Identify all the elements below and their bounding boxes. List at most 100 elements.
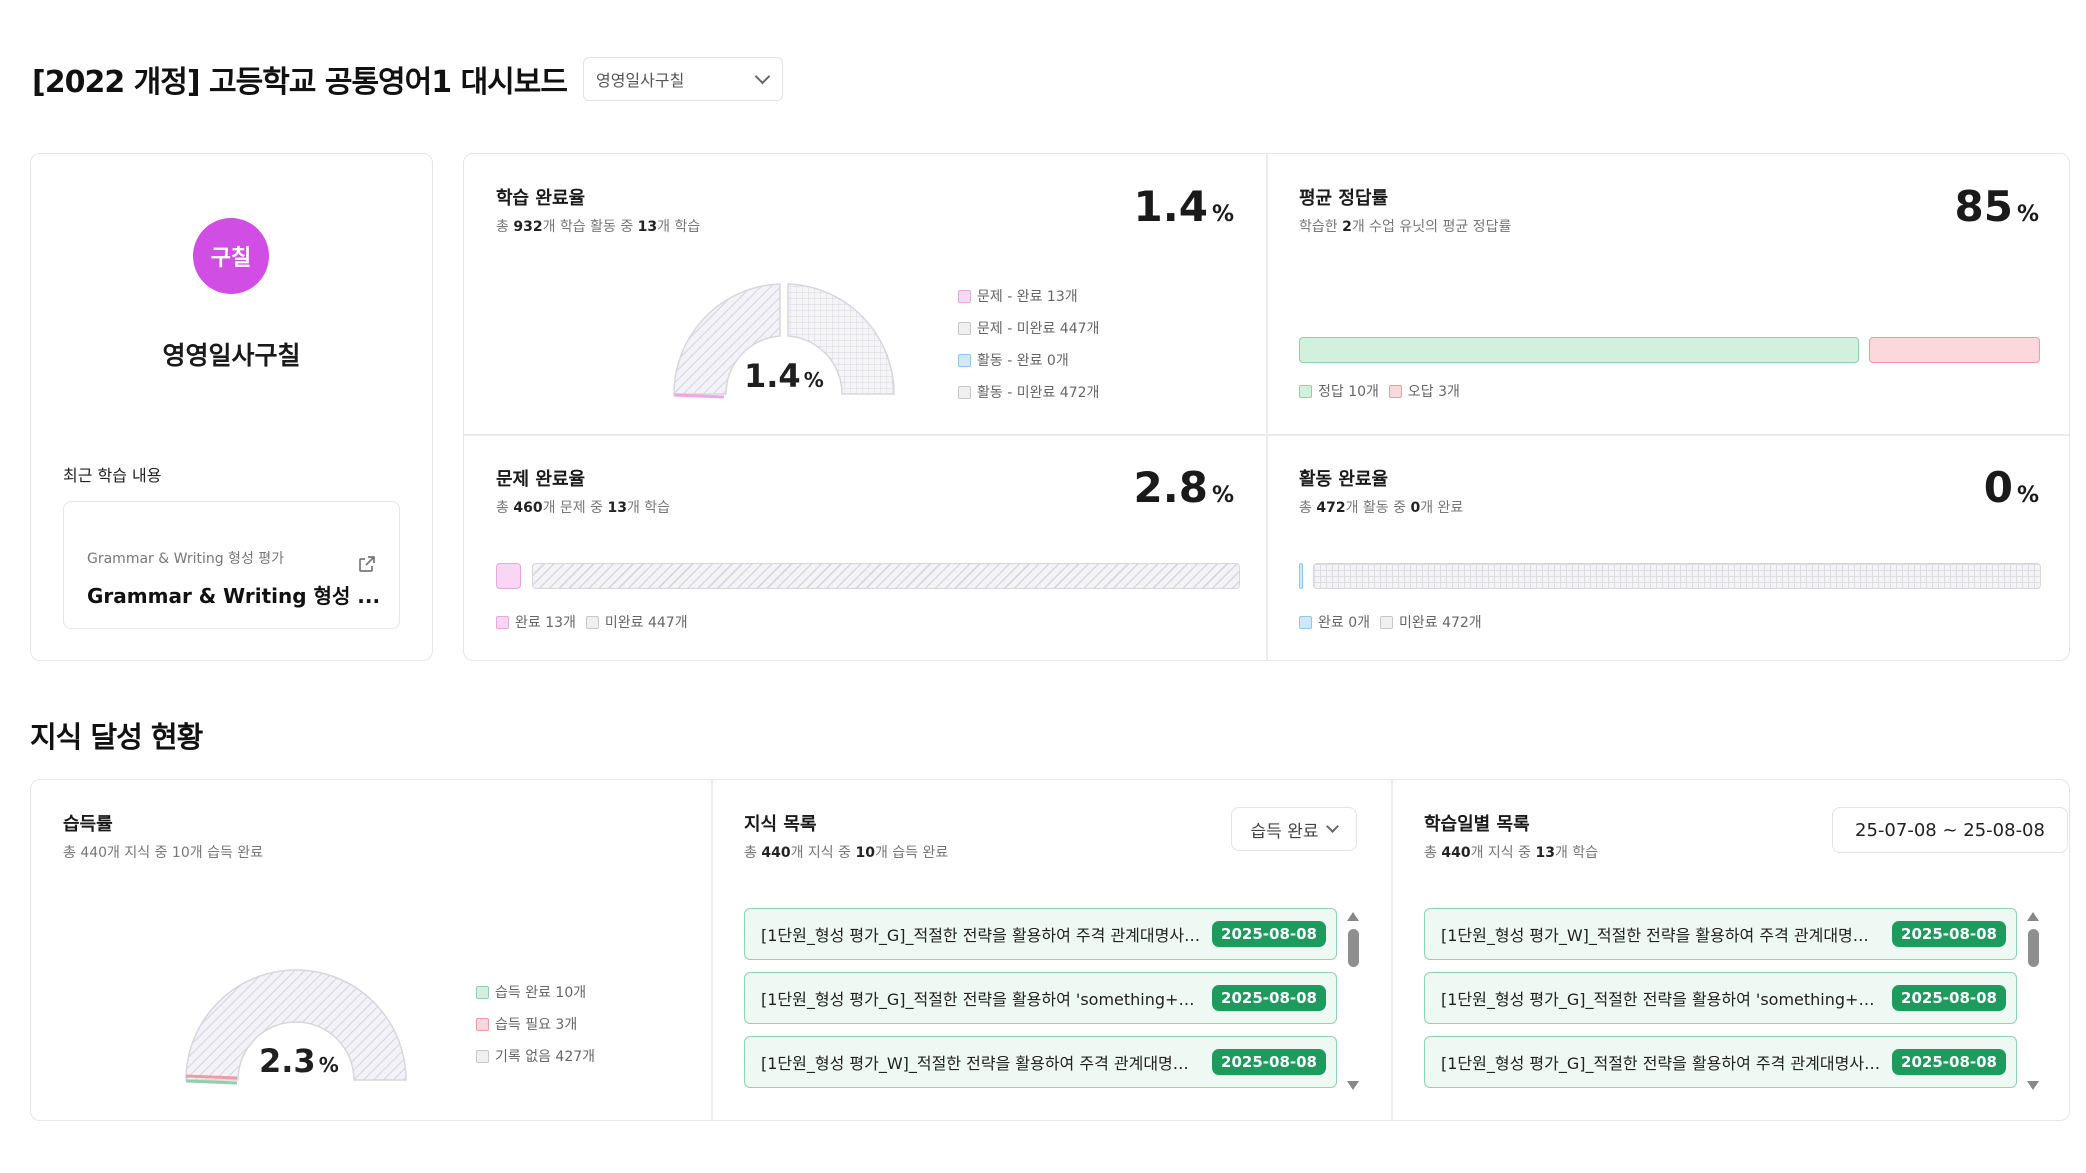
- problem-value: 2.8%: [1133, 463, 1234, 512]
- accuracy-legend: 정답 10개 오답 3개: [1299, 381, 1460, 401]
- legend-item: 정답 10개: [1299, 381, 1379, 401]
- acquisition-filter-select[interactable]: 습득 완료: [1231, 807, 1357, 851]
- problem-incomplete-bar: [532, 563, 1240, 589]
- knowledge-list: [1단원_형성 평가_G]_적절한 전략을 활용하여 주격 관계대명사를 포함한…: [744, 908, 1364, 1094]
- acquisition-panel: 습득률 총 440개 지식 중 10개 습득 완료 2.3% 습득 완료 10개…: [31, 780, 711, 1122]
- activity-incomplete-bar: [1313, 563, 2041, 589]
- activity-completion-panel: 활동 완료율 총 472개 활동 중 0개 완료 0% 완료 0개 미완료 47…: [1267, 435, 2071, 662]
- date-badge: 2025-08-08: [1212, 921, 1326, 947]
- avatar: 구칠: [193, 218, 269, 294]
- legend-swatch: [476, 1049, 489, 1063]
- date-badge: 2025-08-08: [1892, 985, 2006, 1011]
- legend-item: 활동 - 완료 0개: [958, 344, 1099, 376]
- legend-swatch: [1299, 384, 1312, 398]
- problem-title: 문제 완료율: [496, 469, 586, 490]
- list-item[interactable]: [1단원_형성 평가_G]_적절한 전략을 활용하여 주격 관계대명사를 포함한…: [744, 908, 1337, 960]
- gauge-acquired: [185, 1079, 238, 1085]
- scroll-down-icon[interactable]: [2027, 1081, 2039, 1090]
- legend-swatch: [476, 985, 489, 999]
- filter-value: 습득 완료: [1250, 821, 1319, 842]
- scroll-down-icon[interactable]: [1347, 1081, 1359, 1090]
- legend-item: 활동 - 미완료 472개: [958, 376, 1099, 408]
- chevron-down-icon: [754, 68, 771, 84]
- scrollbar[interactable]: [1346, 912, 1360, 1090]
- legend-item: 습득 완료 10개: [476, 976, 595, 1008]
- accuracy-value: 85%: [1954, 182, 2040, 231]
- avatar-initials: 구칠: [210, 246, 252, 271]
- legend-swatch: [585, 615, 599, 629]
- student-name: 영영일사구칠: [162, 341, 301, 370]
- activity-subtitle: 총 472개 활동 중 0개 완료: [1299, 500, 1464, 516]
- scroll-thumb[interactable]: [1347, 929, 1359, 967]
- page-title: [2022 개정] 고등학교 공통영어1 대시보드: [32, 65, 568, 100]
- external-link-icon[interactable]: [357, 554, 377, 574]
- date-badge: 2025-08-08: [1212, 985, 1326, 1011]
- completion-value: 1.4%: [1133, 182, 1234, 231]
- knowledge-list-subtitle: 총 440개 지식 중 10개 습득 완료: [744, 845, 949, 861]
- list-item[interactable]: [1단원_형성 평가_G]_적절한 전략을 활용하여 주격 관계대명사를 포함한…: [1424, 1036, 2017, 1088]
- scrollbar[interactable]: [2026, 912, 2040, 1090]
- legend-swatch: [958, 289, 971, 303]
- scroll-thumb[interactable]: [2027, 929, 2039, 967]
- recent-learning-title: Grammar & Writing 형성 ...: [87, 584, 381, 608]
- scroll-up-icon[interactable]: [1347, 912, 1359, 921]
- class-select[interactable]: 영영일사구칠: [582, 57, 783, 101]
- acquisition-legend: 습득 완료 10개 습득 필요 3개 기록 없음 427개: [476, 976, 595, 1072]
- list-item[interactable]: [1단원_형성 평가_W]_적절한 전략을 활용하여 주격 관계대명사를 포함한…: [744, 1036, 1337, 1088]
- date-badge: 2025-08-08: [1212, 1049, 1326, 1075]
- activity-title: 활동 완료율: [1299, 469, 1389, 490]
- class-select-value: 영영일사구칠: [595, 71, 685, 90]
- problem-completion-panel: 문제 완료율 총 460개 문제 중 13개 학습 2.8% 완료 13개 미완…: [464, 435, 1266, 662]
- knowledge-list-panel: 지식 목록 총 440개 지식 중 10개 습득 완료 습득 완료 [1단원_형…: [712, 780, 1391, 1122]
- wrong-bar: [1869, 337, 2040, 363]
- legend-swatch: [958, 385, 971, 399]
- date-badge: 2025-08-08: [1892, 1049, 2006, 1075]
- daily-list-title: 학습일별 목록: [1424, 814, 1530, 835]
- list-item[interactable]: [1단원_형성 평가_G]_적절한 전략을 활용하여 'something+형용…: [1424, 972, 2017, 1024]
- legend-swatch: [476, 1017, 489, 1031]
- legend-item: 습득 필요 3개: [476, 1008, 595, 1040]
- problem-legend: 완료 13개 미완료 447개: [496, 612, 688, 632]
- accuracy-panel: 평균 정답률 학습한 2개 수업 유닛의 평균 정답률 85% 정답 10개 오…: [1267, 154, 2071, 434]
- recent-learning-subtitle: Grammar & Writing 형성 평가: [87, 551, 285, 567]
- daily-list: [1단원_형성 평가_W]_적절한 전략을 활용하여 주격 관계대명사를 포함한…: [1424, 908, 2044, 1094]
- problem-complete-bar: [496, 563, 521, 589]
- recent-learning-card[interactable]: Grammar & Writing 형성 평가 Grammar & Writin…: [63, 501, 400, 629]
- knowledge-list-title: 지식 목록: [744, 814, 817, 835]
- legend-swatch: [496, 615, 509, 629]
- knowledge-status-card: 습득률 총 440개 지식 중 10개 습득 완료 2.3% 습득 완료 10개…: [30, 779, 2070, 1121]
- list-item[interactable]: [1단원_형성 평가_G]_적절한 전략을 활용하여 'something+형용…: [744, 972, 1337, 1024]
- correct-bar: [1299, 337, 1859, 363]
- accuracy-subtitle: 학습한 2개 수업 유닛의 평균 정답률: [1299, 219, 1512, 235]
- acquisition-title: 습득률: [63, 814, 113, 835]
- legend-swatch: [1388, 384, 1402, 398]
- date-range-picker[interactable]: 25-07-08 ~ 25-08-08: [1832, 807, 2068, 853]
- chevron-down-icon: [1326, 819, 1340, 833]
- gauge-problem-complete: [673, 393, 725, 399]
- daily-list-subtitle: 총 440개 지식 중 13개 학습: [1424, 845, 1599, 861]
- legend-item: 문제 - 완료 13개: [958, 280, 1099, 312]
- learning-stats-card: 학습 완료율 총 932개 학습 활동 중 13개 학습 1.4% 1.4% 문…: [463, 153, 2070, 661]
- legend-item: 오답 3개: [1388, 381, 1460, 401]
- date-badge: 2025-08-08: [1892, 921, 2006, 947]
- legend-swatch: [958, 353, 971, 367]
- gauge-acquire-needed: [185, 1074, 238, 1080]
- legend-item: 기록 없음 427개: [476, 1040, 595, 1072]
- dashboard-header: [2022 개정] 고등학교 공통영어1 대시보드 영영일사구칠: [32, 56, 783, 102]
- accuracy-title: 평균 정답률: [1299, 188, 1389, 209]
- acquisition-subtitle: 총 440개 지식 중 10개 습득 완료: [63, 845, 264, 861]
- legend-swatch: [958, 321, 971, 335]
- legend-item: 미완료 472개: [1380, 612, 1482, 632]
- legend-item: 완료 0개: [1299, 612, 1370, 632]
- activity-complete-bar: [1299, 563, 1303, 589]
- completion-title: 학습 완료율: [496, 188, 586, 209]
- section-title: 지식 달성 현황: [30, 720, 203, 754]
- activity-legend: 완료 0개 미완료 472개: [1299, 612, 1482, 632]
- gauge-value: 1.4%: [744, 357, 824, 395]
- acquisition-gauge-value: 2.3%: [259, 1042, 339, 1080]
- completion-legend: 문제 - 완료 13개 문제 - 미완료 447개 활동 - 완료 0개 활동 …: [958, 280, 1099, 408]
- completion-rate-panel: 학습 완료율 총 932개 학습 활동 중 13개 학습 1.4% 1.4% 문…: [464, 154, 1266, 434]
- list-item[interactable]: [1단원_형성 평가_W]_적절한 전략을 활용하여 주격 관계대명사를 포함한…: [1424, 908, 2017, 960]
- scroll-up-icon[interactable]: [2027, 912, 2039, 921]
- legend-swatch: [1299, 615, 1312, 629]
